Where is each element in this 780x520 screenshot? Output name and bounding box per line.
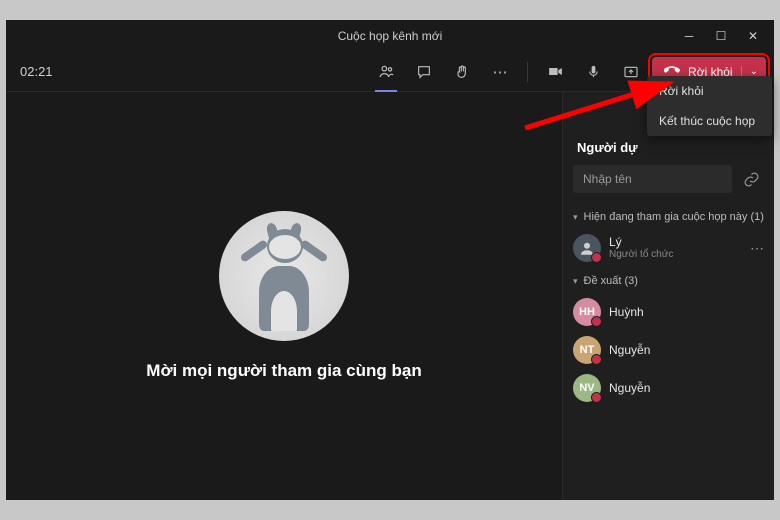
meeting-timer: 02:21: [20, 64, 53, 79]
window-controls: ─ ☐ ✕: [674, 26, 768, 46]
minimize-button[interactable]: ─: [674, 26, 704, 46]
camera-icon[interactable]: [538, 57, 572, 87]
close-button[interactable]: ✕: [738, 26, 768, 46]
participants-title: Người dự: [563, 136, 774, 165]
content-area: Mời mọi người tham gia cùng bạn Người dự…: [6, 92, 774, 500]
search-placeholder: Nhập tên: [583, 172, 632, 186]
toolbar-divider: [527, 62, 528, 82]
main-stage: Mời mọi người tham gia cùng bạn: [6, 92, 562, 500]
presenter-avatar: [219, 211, 349, 341]
search-input[interactable]: Nhập tên: [573, 165, 732, 193]
dropdown-item-leave[interactable]: Rời khỏi: [647, 76, 772, 106]
chat-icon[interactable]: [407, 57, 441, 87]
window-title: Cuộc họp kênh mới: [338, 29, 443, 43]
avatar: NV: [573, 374, 601, 402]
more-icon[interactable]: ⋯: [483, 57, 517, 87]
search-row: Nhập tên: [573, 165, 764, 193]
participants-panel: Người dự Nhập tên Hiện đang tham gia cuộ…: [562, 92, 774, 500]
section-suggested[interactable]: Đề xuất (3): [563, 267, 774, 293]
title-bar: Cuộc họp kênh mới ─ ☐ ✕: [6, 20, 774, 52]
person-info: Lý Người tổ chức: [609, 235, 673, 261]
list-item[interactable]: NT Nguyễn: [563, 331, 774, 369]
share-link-icon[interactable]: [738, 166, 764, 192]
leave-dropdown: Rời khỏi Kết thúc cuộc họp: [647, 76, 772, 136]
list-item[interactable]: Lý Người tổ chức ⋯: [563, 229, 774, 267]
section-in-meeting[interactable]: Hiện đang tham gia cuộc họp này (1): [563, 203, 774, 229]
invite-text: Mời mọi người tham gia cùng bạn: [146, 361, 421, 381]
mic-icon[interactable]: [576, 57, 610, 87]
avatar: [573, 234, 601, 262]
avatar: NT: [573, 336, 601, 364]
people-icon[interactable]: [369, 57, 403, 87]
avatar: HH: [573, 298, 601, 326]
dropdown-item-end[interactable]: Kết thúc cuộc họp: [647, 106, 772, 136]
maximize-button[interactable]: ☐: [706, 26, 736, 46]
list-item[interactable]: HH Huỳnh: [563, 293, 774, 331]
raise-hand-icon[interactable]: [445, 57, 479, 87]
person-more-icon[interactable]: ⋯: [750, 240, 764, 257]
list-item[interactable]: NV Nguyễn: [563, 369, 774, 407]
share-icon[interactable]: [614, 57, 648, 87]
